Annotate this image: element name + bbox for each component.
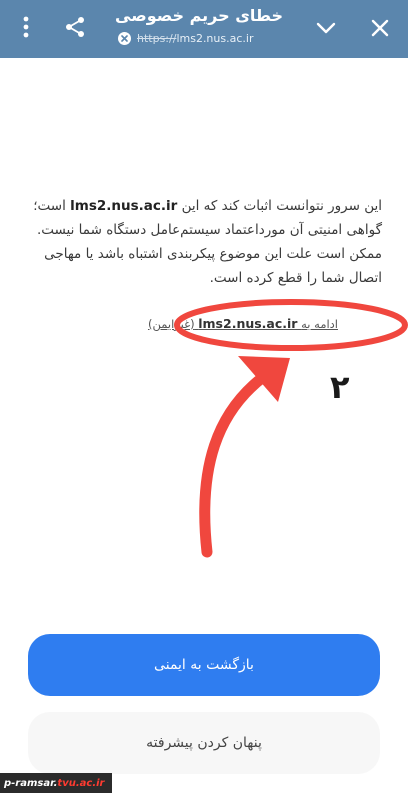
message-line-1: این سرور نتوانست اثبات کند که این lms2.n… [33, 198, 382, 214]
message-line-2: گواهی امنیتی آن مورداعتماد سیستم‌عامل دس… [36, 222, 382, 238]
url-protocol: https:// [137, 31, 177, 45]
hide-advanced-button[interactable]: پنهان کردن پیشرفته [28, 712, 380, 774]
arrow-shaft [199, 366, 276, 558]
share-icon[interactable] [60, 12, 90, 42]
message-line-3: ممکن است علت این موضوع پیکربندی اشتباه ب… [44, 246, 382, 262]
proceed-host: lms2.nus.ac.ir [198, 316, 298, 331]
url-host: lms2.nus.ac.ir [176, 31, 254, 45]
error-message: این سرور نتوانست اثبات کند که این lms2.n… [22, 194, 382, 290]
proceed-unsafe-link[interactable]: ادامه به lms2.nus.ac.ir (غیرایمن) [148, 316, 338, 331]
proceed-suffix: (غیرایمن) [147, 317, 195, 331]
url-bar[interactable]: https://lms2.nus.ac.ir [118, 30, 253, 46]
not-secure-icon [118, 31, 131, 45]
url-text: https://lms2.nus.ac.ir [137, 32, 253, 45]
watermark: p-ramsar. tvu.ac.ir [0, 773, 112, 793]
back-to-safety-button[interactable]: بازگشت به ایمنی [28, 634, 380, 696]
annotation-number: ۲ [330, 368, 350, 406]
message-host: lms2.nus.ac.ir [70, 198, 178, 214]
message-line-4: اتصال شما را قطع کرده است. [209, 270, 382, 286]
arrow-head [238, 356, 290, 402]
proceed-prefix: ادامه به [301, 317, 338, 331]
top-bar: خطای حریم خصوصی https://lms2.nus.ac.ir [0, 0, 408, 58]
chevron-down-icon[interactable] [312, 14, 340, 42]
close-icon[interactable] [366, 14, 394, 42]
more-vert-icon[interactable] [14, 12, 38, 42]
page-title: خطای حریم خصوصی [115, 6, 283, 25]
